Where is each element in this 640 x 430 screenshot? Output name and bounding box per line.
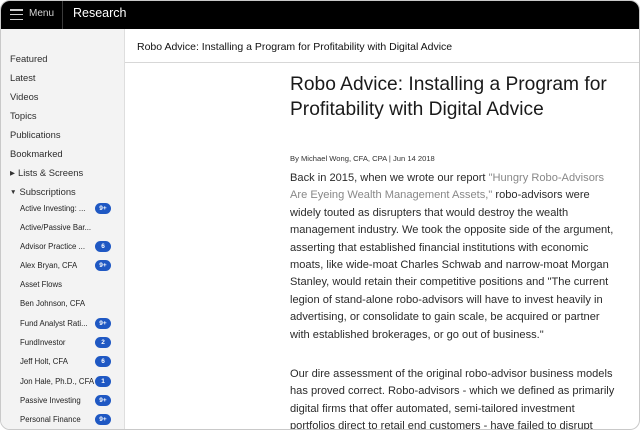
sidebar-item-lists-screens[interactable]: ▶ Lists & Screens bbox=[10, 167, 83, 178]
article-title: Robo Advice: Installing a Program for Pro… bbox=[290, 74, 607, 120]
content-header: Robo Advice: Installing a Program for Pr… bbox=[125, 29, 639, 63]
byline: By Michael Wong, CFA, CPA | Jun 14 2018 bbox=[290, 154, 435, 163]
sidebar-item-publications[interactable]: Publications bbox=[10, 129, 61, 140]
sidebar: Featured Latest Videos Topics Publicatio… bbox=[1, 29, 125, 429]
count-badge: 9+ bbox=[95, 414, 111, 425]
count-badge: 6 bbox=[95, 356, 111, 367]
hamburger-icon bbox=[10, 9, 23, 21]
count-badge: 6 bbox=[95, 241, 111, 252]
sidebar-item-featured[interactable]: Featured bbox=[10, 53, 48, 64]
menu-label: Menu bbox=[29, 8, 55, 19]
section-title[interactable]: Research bbox=[73, 6, 127, 20]
sidebar-item-videos[interactable]: Videos bbox=[10, 91, 39, 102]
app-window: Menu Research Featured Latest Videos Top… bbox=[0, 0, 640, 430]
count-badge: 9+ bbox=[95, 318, 111, 329]
menu-button[interactable]: Menu bbox=[1, 1, 63, 29]
sidebar-item-bookmarked[interactable]: Bookmarked bbox=[10, 148, 63, 159]
sidebar-item-latest[interactable]: Latest bbox=[10, 72, 36, 83]
count-badge: 9+ bbox=[95, 260, 111, 271]
count-badge: 2 bbox=[95, 337, 111, 348]
article-paragraph: Our dire assessment of the original robo… bbox=[290, 368, 615, 430]
triangle-right-icon: ▶ bbox=[10, 170, 15, 177]
triangle-down-icon: ▼ bbox=[10, 189, 17, 196]
count-badge: 1 bbox=[95, 376, 111, 387]
sidebar-item-topics[interactable]: Topics bbox=[10, 110, 37, 121]
article-paragraph: Back in 2015, when we wrote our report "… bbox=[290, 172, 614, 341]
count-badge: 9+ bbox=[95, 203, 111, 214]
count-badge: 9+ bbox=[95, 395, 111, 406]
header-title: Robo Advice: Installing a Program for Pr… bbox=[137, 41, 453, 53]
sidebar-item-subscriptions[interactable]: ▼ Subscriptions bbox=[10, 186, 76, 197]
top-bar: Menu Research bbox=[1, 1, 639, 29]
